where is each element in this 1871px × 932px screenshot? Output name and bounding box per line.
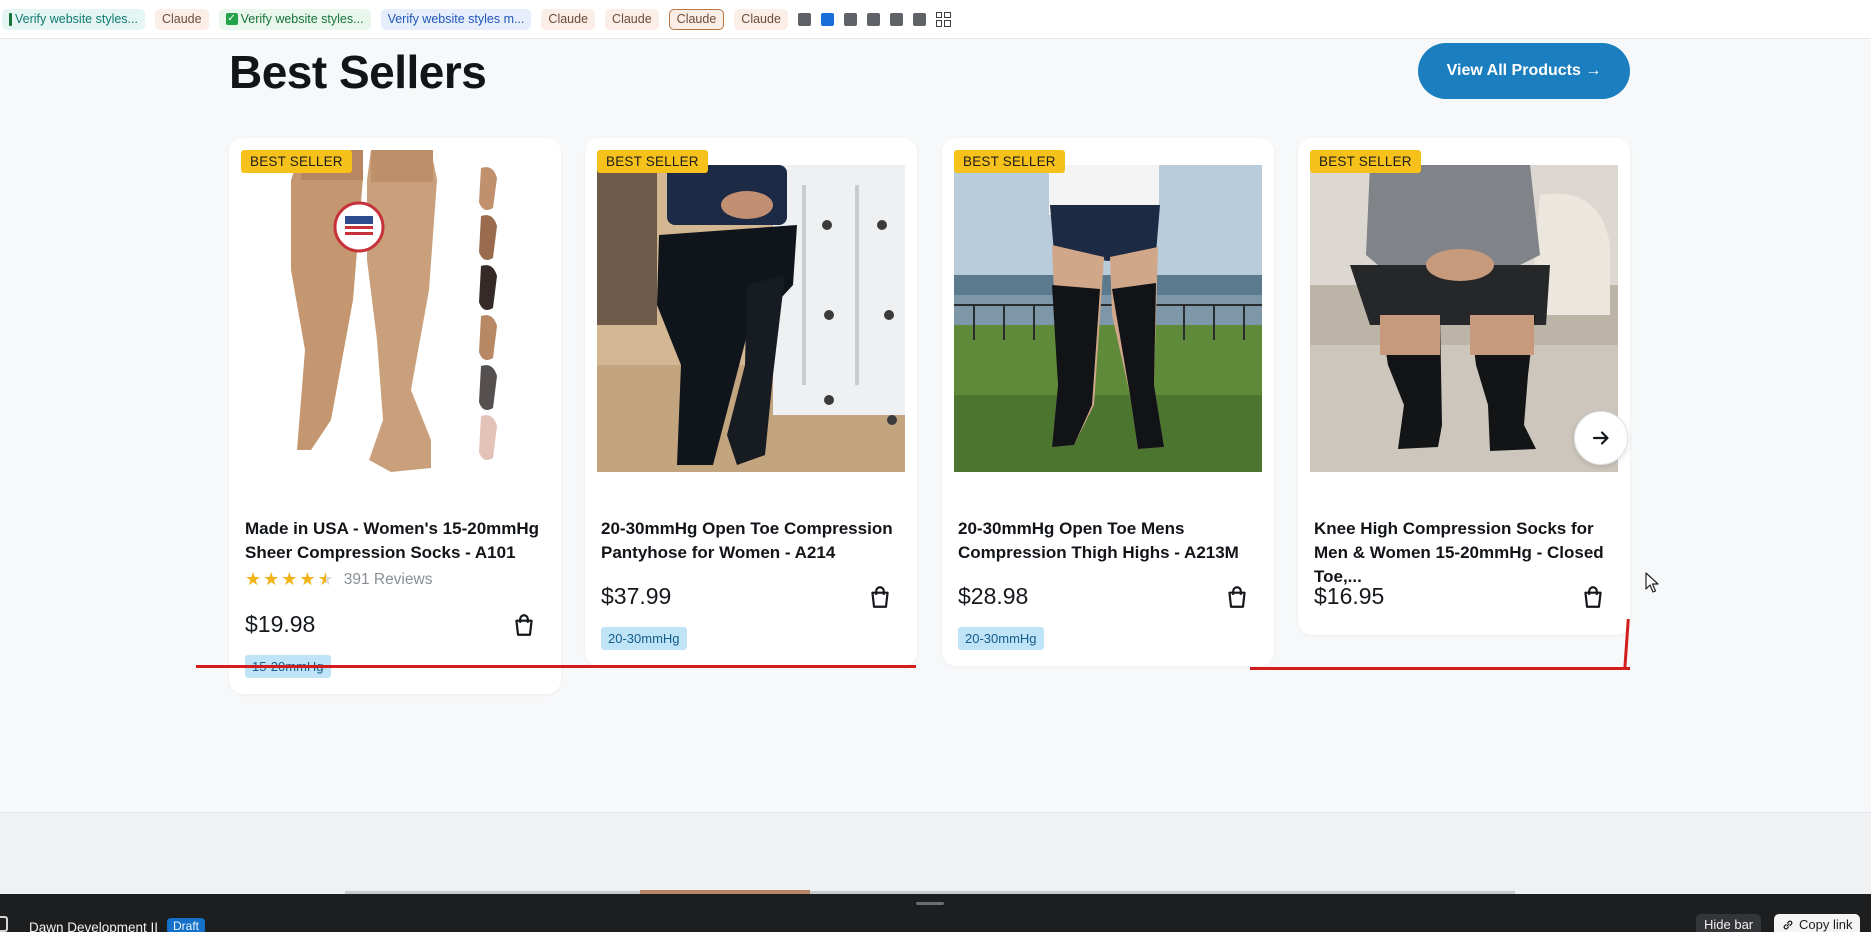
review-count[interactable]: 391 Reviews xyxy=(344,571,433,589)
tab-verify-styles-3[interactable]: Verify website styles m... xyxy=(380,8,532,30)
product-image[interactable] xyxy=(1310,165,1618,472)
shopping-bag-icon[interactable] xyxy=(511,612,537,638)
tab-claude-2[interactable]: Claude xyxy=(541,8,596,30)
product-title[interactable]: Made in USA - Women's 15-20mmHg Sheer Co… xyxy=(245,517,551,565)
compression-tag: 20-30mmHg xyxy=(601,627,687,650)
star-half-icon: ★ xyxy=(317,569,334,589)
tab-favicon-icon[interactable] xyxy=(820,12,834,26)
product-price: $19.98 xyxy=(245,611,316,637)
store-logo-icon xyxy=(0,916,8,932)
mouse-cursor-icon xyxy=(1645,572,1659,593)
product-image[interactable] xyxy=(597,165,905,472)
tab-favicon-icon[interactable] xyxy=(866,12,880,26)
arrow-right-icon xyxy=(1592,431,1609,445)
view-all-products-button[interactable]: View All Products → xyxy=(1418,43,1630,99)
hide-bar-button[interactable]: Hide bar xyxy=(1696,914,1762,932)
tab-favicon-icon[interactable] xyxy=(797,12,811,26)
product-card[interactable]: BEST SELLER 20-30mmHg Open Toe Mens Comp… xyxy=(942,138,1274,666)
best-seller-badge: BEST SELLER xyxy=(597,150,708,173)
product-image[interactable] xyxy=(954,165,1262,472)
product-price: $37.99 xyxy=(601,583,672,609)
carousel-next-button[interactable] xyxy=(1574,411,1628,465)
tab-verify-styles-1[interactable]: Verify website styles... xyxy=(2,8,145,30)
link-icon xyxy=(1783,920,1793,930)
shopping-bag-icon[interactable] xyxy=(1224,584,1250,610)
apps-grid-icon[interactable] xyxy=(935,11,951,27)
product-image[interactable] xyxy=(241,150,549,484)
annotation-line xyxy=(196,665,916,668)
draft-badge: Draft xyxy=(167,918,206,932)
tab-claude-4[interactable]: Claude xyxy=(734,8,788,30)
store-name: Dawn Development II xyxy=(29,920,159,932)
tab-claude-1[interactable]: Claude xyxy=(154,8,209,30)
tab-favicon-icon[interactable] xyxy=(843,12,857,26)
best-seller-badge: BEST SELLER xyxy=(954,150,1065,173)
shopping-bag-icon[interactable] xyxy=(1580,584,1606,610)
copy-link-button[interactable]: Copy link xyxy=(1774,914,1861,932)
product-card[interactable]: BEST SELLER Made in USA - Women's 15-20m… xyxy=(229,138,561,694)
star-icon: ★ xyxy=(245,569,262,589)
product-card[interactable]: BEST SELLER Knee High Compression Socks … xyxy=(1298,138,1630,635)
section-title: Best Sellers xyxy=(229,46,487,98)
product-card[interactable]: BEST SELLER 20-30mmHg Open Toe Compressi… xyxy=(585,138,917,666)
star-icon: ★ xyxy=(263,569,280,589)
browser-tab-bar: Verify website styles... Claude ✓ Verify … xyxy=(0,0,1871,39)
tab-verify-styles-2[interactable]: ✓ Verify website styles... xyxy=(218,8,371,30)
product-price: $16.95 xyxy=(1314,583,1385,609)
best-seller-badge: BEST SELLER xyxy=(1310,150,1421,173)
next-section xyxy=(0,812,1871,894)
product-title[interactable]: 20-30mmHg Open Toe Compression Pantyhose… xyxy=(601,517,907,565)
product-price: $28.98 xyxy=(958,583,1029,609)
tab-favicon-icon[interactable] xyxy=(912,12,926,26)
annotation-line xyxy=(1250,667,1630,670)
star-icon: ★ xyxy=(281,569,298,589)
tab-claude-active[interactable]: Claude xyxy=(668,8,725,30)
star-icon: ★ xyxy=(299,569,316,589)
product-title[interactable]: 20-30mmHg Open Toe Mens Compression Thig… xyxy=(958,517,1264,565)
theme-preview-bar: Dawn Development II Draft Hide bar Copy … xyxy=(0,894,1871,932)
shopping-bag-icon[interactable] xyxy=(867,584,893,610)
drag-handle[interactable] xyxy=(916,902,944,905)
compression-tag: 20-30mmHg xyxy=(958,627,1044,650)
product-title[interactable]: Knee High Compression Socks for Men & Wo… xyxy=(1314,517,1620,589)
product-rating: ★ ★ ★ ★ ★ 391 Reviews xyxy=(245,569,432,590)
tab-claude-3[interactable]: Claude xyxy=(605,8,659,30)
tab-favicon-icon[interactable] xyxy=(889,12,903,26)
checkmark-icon: ✓ xyxy=(225,13,238,25)
best-seller-badge: BEST SELLER xyxy=(241,150,352,173)
tab-group-marker-icon xyxy=(9,12,12,26)
